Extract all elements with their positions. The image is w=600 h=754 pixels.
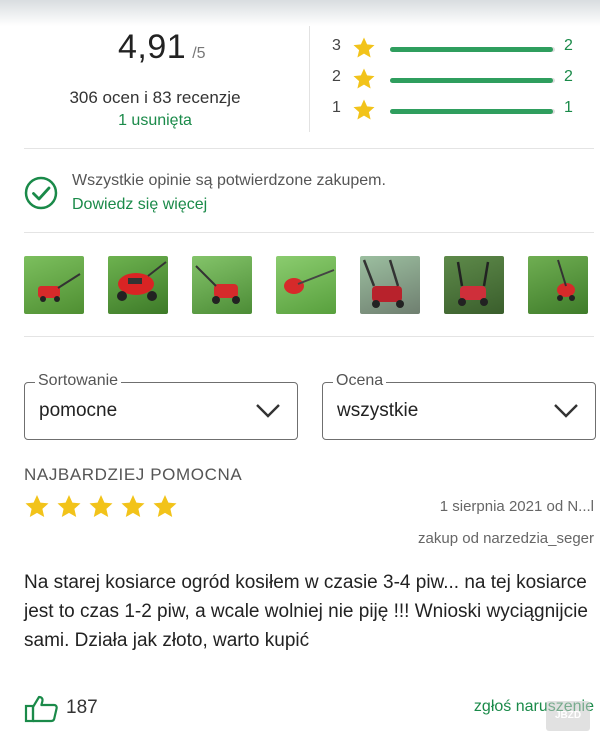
star-icon — [153, 495, 177, 517]
lawnmower-photo-7[interactable] — [528, 256, 588, 314]
rating-bar-1[interactable]: 1 1 — [332, 99, 592, 121]
removed-link[interactable]: 1 usunięta — [0, 112, 310, 130]
rating-bar-2[interactable]: 2 2 — [332, 68, 592, 90]
score-max: /5 — [192, 45, 206, 62]
review-date-author: 1 sierpnia 2021 od N...l — [439, 498, 594, 515]
divider — [24, 148, 594, 149]
helpful-button[interactable]: 187 — [24, 694, 98, 729]
rating-bar-fill — [390, 78, 554, 83]
star-icon — [89, 495, 113, 517]
rating-filter-value: wszystkie — [337, 400, 419, 421]
rating-filter-select[interactable]: Ocena wszystkie — [322, 372, 596, 440]
chevron-down-icon — [256, 404, 280, 418]
lawnmower-photo-3[interactable] — [192, 256, 252, 314]
average-score: 4,91/5 — [118, 28, 206, 67]
review-stars — [24, 494, 184, 527]
chevron-down-icon — [554, 404, 578, 418]
lawnmower-photo-1[interactable] — [24, 256, 84, 314]
lawnmower-photo-4[interactable] — [276, 256, 336, 314]
star-icon — [121, 495, 145, 517]
divider — [24, 336, 594, 337]
rating-bar-track — [390, 109, 555, 114]
check-circle-icon — [24, 176, 58, 210]
section-title: NAJBARDZIEJ POMOCNA — [24, 465, 243, 484]
lawnmower-photo-2[interactable] — [108, 256, 168, 314]
rating-filter-label: Ocena — [333, 372, 387, 390]
summary-divider — [309, 26, 310, 132]
rating-count: 2 — [564, 37, 573, 54]
ratings-count: 306 ocen i 83 recenzje — [69, 88, 241, 107]
rating-count: 1 — [564, 99, 573, 116]
star-icon — [353, 99, 375, 120]
watermark-logo: JBZD — [546, 701, 590, 731]
rating-level: 3 — [332, 37, 341, 54]
learn-more-link[interactable]: Dowiedz się więcej — [72, 196, 207, 214]
rating-bar-3[interactable]: 3 2 — [332, 37, 592, 59]
score-value: 4,91 — [118, 28, 187, 66]
rating-bar-fill — [390, 109, 554, 114]
rating-bar-track — [390, 78, 555, 83]
lawnmower-photo-5[interactable] — [360, 256, 420, 314]
top-fade — [0, 0, 600, 26]
lawnmower-photo-6[interactable] — [444, 256, 504, 314]
rating-level: 1 — [332, 99, 341, 116]
star-icon — [353, 37, 375, 58]
review-source: zakup od narzedzia_seger — [418, 530, 594, 547]
star-icon — [57, 495, 81, 517]
divider — [24, 232, 594, 233]
sort-select[interactable]: Sortowanie pomocne — [24, 372, 298, 440]
thumbs-up-icon — [24, 695, 58, 723]
star-icon — [25, 495, 49, 517]
rating-bar-fill — [390, 47, 554, 52]
rating-bar-track — [390, 47, 555, 52]
sort-label: Sortowanie — [35, 372, 122, 390]
rating-summary: 4,91/5 306 ocen i 83 recenzje 1 usunięta… — [0, 26, 600, 134]
review-body: Na starej kosiarce ogród kosiłem w czasi… — [24, 572, 588, 651]
verified-notice: Wszystkie opinie są potwierdzone zakupem… — [24, 168, 584, 220]
rating-count: 2 — [564, 68, 573, 85]
star-icon — [353, 68, 375, 89]
sort-value: pomocne — [39, 400, 118, 421]
review-photos — [24, 256, 594, 316]
verified-text: Wszystkie opinie są potwierdzone zakupem… — [72, 172, 386, 189]
helpful-count: 187 — [66, 697, 98, 718]
rating-level: 2 — [332, 68, 341, 85]
